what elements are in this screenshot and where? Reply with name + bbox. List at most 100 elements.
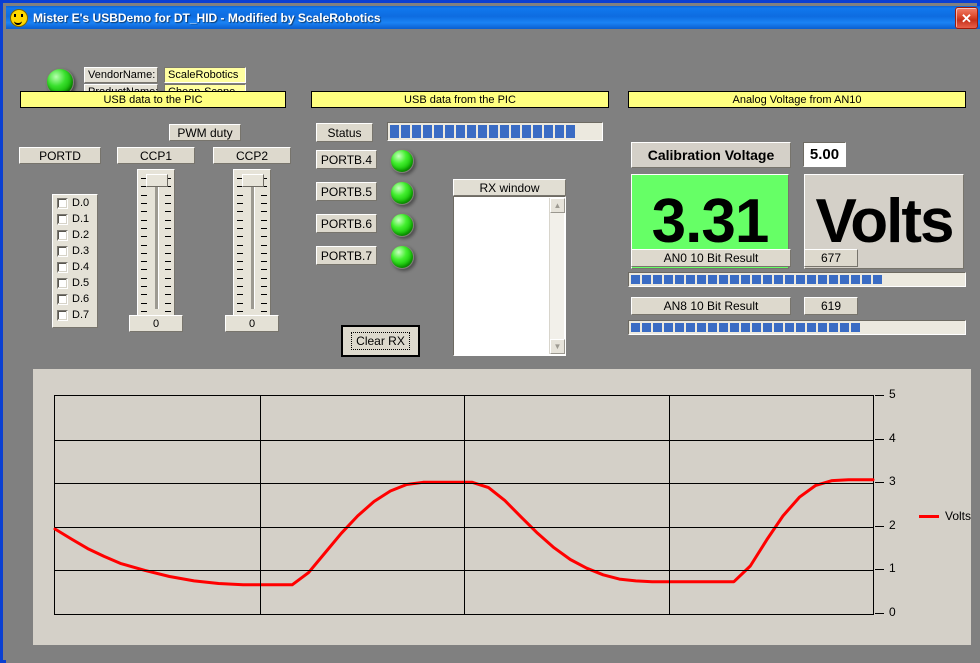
chart-y-tick	[875, 439, 884, 440]
clear-rx-label: Clear RX	[351, 332, 410, 350]
progress-block	[445, 125, 454, 138]
checkbox-d0[interactable]	[57, 198, 68, 209]
checkbox-d2[interactable]	[57, 230, 68, 241]
progress-block	[555, 125, 564, 138]
checkbox-d3[interactable]	[57, 246, 68, 257]
ccp2-slider[interactable]	[233, 169, 271, 318]
portd-checkbox-row[interactable]: D.5	[57, 275, 97, 291]
progress-block	[741, 323, 750, 332]
progress-block	[774, 275, 783, 284]
portd-checkbox-row[interactable]: D.3	[57, 243, 97, 259]
chart-gridline-vertical	[260, 396, 261, 614]
progress-block	[818, 323, 827, 332]
progress-block	[752, 323, 761, 332]
portd-checkbox-row[interactable]: D.6	[57, 291, 97, 307]
progress-block	[807, 275, 816, 284]
progress-block	[401, 125, 410, 138]
ccp1-label: CCP1	[117, 147, 195, 164]
calibration-voltage-label: Calibration Voltage	[631, 142, 791, 168]
progress-block	[686, 323, 695, 332]
portd-checkbox-row[interactable]: D.2	[57, 227, 97, 243]
progress-block	[467, 125, 476, 138]
checkbox-d6-label: D.6	[72, 293, 89, 305]
an0-result-label: AN0 10 Bit Result	[631, 249, 791, 267]
rx-window-title: RX window	[453, 179, 566, 196]
portd-checkbox-row[interactable]: D.4	[57, 259, 97, 275]
chart-y-tick	[875, 395, 884, 396]
chart-y-tick	[875, 526, 884, 527]
progress-block	[697, 275, 706, 284]
checkbox-d2-label: D.2	[72, 229, 89, 241]
ccp2-slider-thumb[interactable]	[242, 174, 264, 187]
calibration-voltage-input[interactable]: 5.00	[803, 142, 846, 167]
progress-block	[489, 125, 498, 138]
ccp1-slider[interactable]	[137, 169, 175, 318]
checkbox-d4[interactable]	[57, 262, 68, 273]
an0-progress-bar	[628, 272, 966, 287]
progress-block	[807, 323, 816, 332]
portb4-led	[390, 149, 414, 173]
chart-y-tick	[875, 569, 884, 570]
close-icon[interactable]: ✕	[955, 7, 978, 29]
legend-swatch-volts	[919, 515, 939, 518]
ccp2-slider-rail	[251, 182, 255, 309]
ccp1-slider-rail	[155, 182, 159, 309]
progress-block	[730, 323, 739, 332]
chevron-up-icon[interactable]: ▲	[550, 198, 565, 213]
an0-result-value: 677	[804, 249, 858, 267]
progress-block	[697, 323, 706, 332]
checkbox-d1-label: D.1	[72, 213, 89, 225]
progress-block	[423, 125, 432, 138]
chart-y-tick	[875, 613, 884, 614]
progress-block	[785, 323, 794, 332]
progress-block	[730, 275, 739, 284]
checkbox-d1[interactable]	[57, 214, 68, 225]
chevron-down-icon[interactable]: ▼	[550, 339, 565, 354]
an8-result-value: 619	[804, 297, 858, 315]
progress-block	[434, 125, 443, 138]
progress-block	[818, 275, 827, 284]
portd-checkbox-row[interactable]: D.1	[57, 211, 97, 227]
progress-block	[456, 125, 465, 138]
portb6-label: PORTB.6	[316, 214, 377, 233]
rx-window-scrollbar[interactable]: ▲ ▼	[549, 198, 564, 354]
checkbox-d0-label: D.0	[72, 197, 89, 209]
portd-checkbox-group: D.0 D.1 D.2 D.3 D.4 D.5 D.6 D.7	[52, 194, 98, 328]
status-label: Status	[316, 123, 373, 142]
chart-y-tick-label: 5	[889, 387, 896, 401]
chart-gridline-vertical	[464, 396, 465, 614]
portd-label: PORTD	[19, 147, 101, 164]
rx-window-textarea[interactable]: ▲ ▼	[453, 196, 566, 356]
window-title: Mister E's USBDemo for DT_HID - Modified…	[33, 11, 381, 25]
application-window: Mister E's USBDemo for DT_HID - Modified…	[0, 0, 980, 663]
progress-block	[522, 125, 531, 138]
ccp2-value: 0	[225, 315, 279, 332]
clear-rx-button[interactable]: Clear RX	[341, 325, 420, 357]
vendor-name-value: ScaleRobotics	[164, 67, 246, 83]
progress-block	[653, 275, 662, 284]
portd-checkbox-row[interactable]: D.7	[57, 307, 97, 323]
checkbox-d5[interactable]	[57, 278, 68, 289]
checkbox-d6[interactable]	[57, 294, 68, 305]
portb7-label: PORTB.7	[316, 246, 377, 265]
progress-block	[708, 275, 717, 284]
progress-block	[566, 125, 575, 138]
progress-block	[829, 323, 838, 332]
progress-block	[675, 323, 684, 332]
chart-y-tick	[875, 482, 884, 483]
chart-y-tick-label: 2	[889, 518, 896, 532]
checkbox-d7[interactable]	[57, 310, 68, 321]
chart-gridline-vertical	[669, 396, 670, 614]
progress-block	[478, 125, 487, 138]
progress-block	[653, 323, 662, 332]
chart-plot-area	[54, 395, 874, 615]
progress-block	[840, 323, 849, 332]
portb6-led	[390, 213, 414, 237]
progress-block	[862, 275, 871, 284]
progress-block	[390, 125, 399, 138]
progress-block	[631, 275, 640, 284]
ccp1-slider-thumb[interactable]	[146, 174, 168, 187]
checkbox-d4-label: D.4	[72, 261, 89, 273]
chart-y-tick-label: 4	[889, 431, 896, 445]
portd-checkbox-row[interactable]: D.0	[57, 195, 97, 211]
